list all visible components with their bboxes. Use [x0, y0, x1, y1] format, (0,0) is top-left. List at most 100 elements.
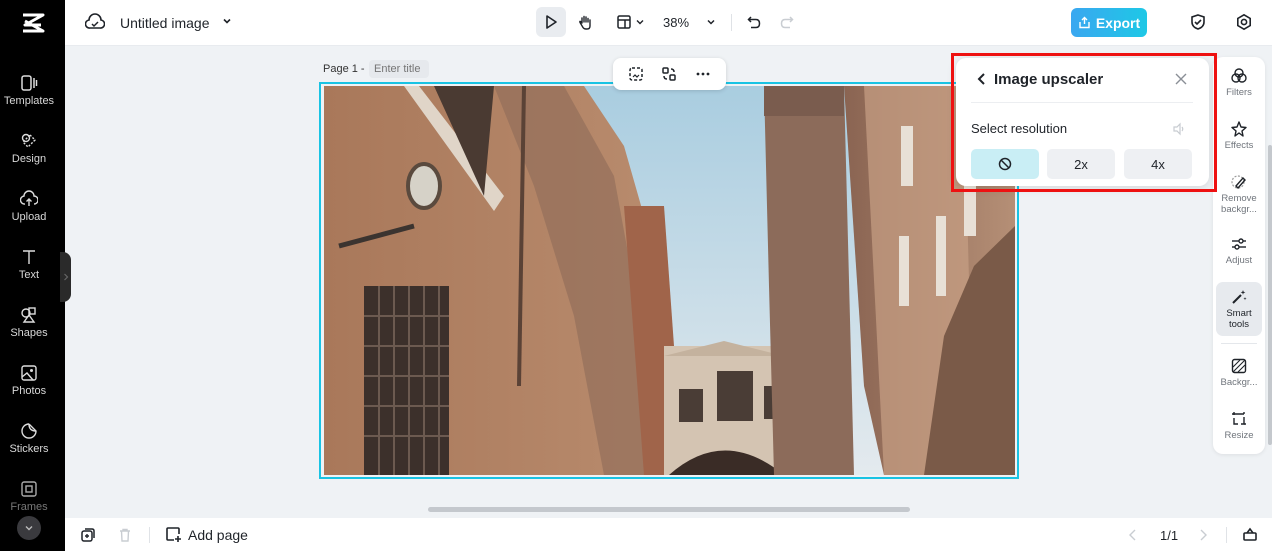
right-panel-label: Filters [1226, 87, 1252, 98]
help-button-icon-wrap[interactable] [1193, 7, 1219, 37]
sidebar-more-button[interactable] [17, 516, 41, 540]
right-panel-label: Adjust [1225, 255, 1253, 266]
right-panel-label: Effects [1224, 140, 1254, 151]
sidebar-item-design[interactable]: Design [0, 132, 58, 165]
frames-icon [21, 481, 37, 497]
right-panel-adjust[interactable]: Adjust [1216, 235, 1262, 273]
sidebar-item-label: Frames [10, 501, 48, 513]
background-icon [1231, 358, 1247, 374]
redo-button[interactable] [776, 7, 798, 37]
sidebar-item-text[interactable]: Text [0, 248, 58, 281]
chevron-right-icon [63, 273, 68, 281]
sidebar-item-templates[interactable]: Templates [0, 74, 58, 107]
effects-icon [1231, 121, 1247, 137]
right-panel-effects[interactable]: Effects [1216, 120, 1262, 158]
page-label: Page 1 - [323, 63, 365, 75]
capcut-logo-icon [22, 13, 44, 33]
right-panel-background[interactable]: Backgr... [1216, 357, 1262, 395]
capcut-logo[interactable] [0, 0, 65, 46]
sidebar-item-label: Design [11, 153, 47, 165]
left-sidebar: Templates Design Upload Text Shapes Phot… [0, 0, 65, 551]
page-title-input[interactable] [369, 60, 429, 78]
highlight-annotation [951, 53, 1217, 192]
undo-button[interactable] [743, 7, 765, 37]
right-panel-smart-tools[interactable]: Smart tools [1216, 282, 1262, 336]
chevron-down-icon [636, 20, 643, 25]
settings-icon [1237, 13, 1251, 31]
divider [149, 527, 150, 543]
add-page-label: Add page [188, 526, 248, 543]
page-indicator: 1/1 [1160, 528, 1179, 543]
duplicate-page-icon[interactable] [80, 527, 96, 543]
add-page-button[interactable]: Add page [165, 526, 248, 543]
divider [1221, 343, 1257, 344]
document-title[interactable]: Untitled image [120, 15, 210, 31]
design-icon [21, 133, 36, 148]
sidebar-item-label: Upload [11, 211, 47, 223]
layout-icon [616, 15, 631, 29]
adjust-icon [1232, 238, 1246, 250]
smart-select-icon[interactable] [628, 66, 644, 82]
sidebar-item-label: Stickers [9, 443, 49, 455]
sidebar-item-upload[interactable]: Upload [0, 190, 58, 223]
chevron-down-icon [707, 19, 715, 25]
smart-tools-icon [1232, 290, 1247, 304]
photos-icon [21, 365, 37, 381]
sidebar-item-label: Templates [3, 95, 55, 107]
page-panel-toggle-icon[interactable] [1242, 526, 1258, 542]
sidebar-collapse-handle[interactable] [60, 252, 71, 302]
pointer-icon [546, 15, 557, 29]
select-tool-button[interactable] [536, 7, 566, 37]
right-panel-label: Remove backgr... [1221, 193, 1257, 215]
sidebar-item-stickers[interactable]: Stickers [0, 422, 58, 455]
redo-icon [780, 16, 794, 29]
shapes-icon [21, 307, 36, 323]
hand-icon [579, 15, 591, 30]
right-panel-label: Resize [1224, 430, 1254, 441]
settings-button[interactable] [1231, 7, 1257, 37]
resize-icon [1232, 412, 1246, 425]
sidebar-item-photos[interactable]: Photos [0, 364, 58, 397]
templates-icon [21, 75, 38, 91]
divider [731, 14, 732, 31]
cloud-sync-icon[interactable] [85, 13, 105, 31]
upload-icon [20, 190, 38, 206]
layout-dropdown[interactable] [611, 7, 649, 37]
zoom-level[interactable]: 38% [663, 15, 689, 30]
right-panel-label: Backgr... [1220, 377, 1258, 388]
top-bar: Untitled image 38% Export [65, 0, 1272, 46]
street-photo [324, 86, 1015, 475]
export-button[interactable]: Export [1071, 8, 1147, 37]
export-icon [1079, 16, 1090, 29]
right-tool-panel: Filters Effects Remove backgr... Adjust … [1213, 57, 1265, 454]
replace-icon[interactable] [661, 66, 677, 82]
right-panel-filters[interactable]: Filters [1216, 67, 1262, 105]
zoom-dropdown[interactable] [701, 7, 721, 37]
right-panel-remove-background[interactable]: Remove backgr... [1216, 173, 1262, 219]
hand-tool-button[interactable] [571, 7, 599, 37]
horizontal-scrollbar[interactable] [428, 507, 910, 512]
bottom-bar: Add page 1/1 [65, 518, 1272, 551]
text-icon [23, 250, 35, 264]
previous-page-icon[interactable] [1127, 528, 1139, 542]
sidebar-item-label: Shapes [10, 327, 48, 339]
more-options-icon[interactable] [695, 66, 711, 82]
chevron-down-icon[interactable] [221, 15, 233, 27]
remove-background-icon [1231, 175, 1246, 190]
add-page-icon [166, 527, 181, 542]
vertical-scrollbar[interactable] [1268, 145, 1272, 445]
next-page-icon[interactable] [1197, 528, 1209, 542]
canvas-image[interactable] [324, 86, 1015, 475]
sidebar-item-label: Photos [11, 385, 47, 397]
stickers-icon [21, 423, 37, 439]
right-panel-label: Smart tools [1226, 308, 1252, 330]
right-panel-resize[interactable]: Resize [1216, 410, 1262, 448]
floating-toolbar [613, 58, 726, 90]
sidebar-item-shapes[interactable]: Shapes [0, 306, 58, 339]
export-label: Export [1095, 14, 1141, 31]
delete-page-icon[interactable] [117, 527, 133, 543]
divider [1226, 527, 1227, 543]
sidebar-item-frames[interactable]: Frames [0, 480, 58, 513]
undo-icon [747, 16, 761, 29]
filters-icon [1231, 68, 1247, 83]
